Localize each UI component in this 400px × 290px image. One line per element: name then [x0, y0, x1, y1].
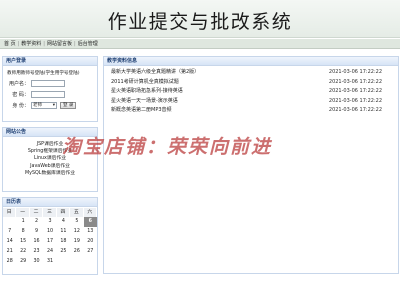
resource-row[interactable]: 星火英语一天一场景-演示英语 2021-03-06 17:22:22 — [104, 97, 398, 107]
login-button[interactable]: 登 录 — [60, 101, 77, 109]
calendar-weekday: 一 — [16, 208, 30, 217]
resource-row[interactable]: 新概念英语第二册MP3音频 2021-03-06 17:22:22 — [104, 106, 398, 116]
calendar-day[interactable]: 5 — [70, 217, 83, 227]
resource-date: 2021-03-06 17:22:22 — [328, 78, 382, 85]
notice-item[interactable]: MySQL数据库课后作业 — [3, 170, 97, 177]
site-title: 作业提交与批改系统 — [107, 11, 293, 33]
calendar-day[interactable]: 19 — [70, 237, 83, 247]
shop-watermark: 淘宝店铺：荣荣向前进 — [62, 136, 273, 158]
resource-title[interactable]: 2011考研计算机全真模拟试题 — [111, 78, 179, 88]
resource-row[interactable]: 最新大学英语六级全真题精讲（第2版） 2021-03-06 17:22:22 — [104, 68, 398, 78]
resource-row[interactable]: 星火英语职场拓急系列-接待英语 2021-03-06 17:22:22 — [104, 87, 398, 97]
top-nav: 首 页 | 教学资料 | 网站留言板 | 后台管理 — [0, 39, 400, 49]
nav-teaching-materials[interactable]: 教学资料 — [19, 40, 43, 47]
chevron-down-icon: ▾ — [52, 102, 55, 108]
resource-list: 最新大学英语六级全真题精讲（第2版） 2021-03-06 17:22:22 2… — [104, 68, 398, 116]
resource-title[interactable]: 最新大学英语六级全真题精讲（第2版） — [111, 68, 199, 78]
calendar-day[interactable]: 27 — [84, 247, 97, 257]
resource-panel: 教学资料信息 最新大学英语六级全真题精讲（第2版） 2021-03-06 17:… — [103, 56, 399, 274]
calendar-day[interactable]: 11 — [57, 227, 70, 237]
calendar-day[interactable]: 30 — [30, 257, 43, 267]
password-input[interactable] — [31, 90, 65, 98]
identity-row: 身 份： 老师 ▾ 登 录 — [7, 101, 97, 109]
resource-panel-title: 教学资料信息 — [104, 57, 398, 66]
calendar-day[interactable]: 20 — [84, 237, 97, 247]
calendar-weekday: 三 — [43, 208, 57, 217]
calendar-day[interactable]: 9 — [30, 227, 43, 237]
calendar-day[interactable]: 22 — [16, 247, 29, 257]
calendar-day — [70, 257, 83, 267]
calendar-day[interactable]: 25 — [57, 247, 70, 257]
calendar-day[interactable]: 7 — [3, 227, 16, 237]
nav-home[interactable]: 首 页 — [2, 40, 18, 47]
calendar-day[interactable]: 28 — [3, 257, 16, 267]
calendar-day-today[interactable]: 6 — [83, 217, 97, 227]
username-input[interactable] — [31, 79, 65, 87]
login-note: 教师用教师号登陆(学生用学号登陆) — [7, 71, 80, 76]
site-header: 作业提交与批改系统 — [0, 0, 400, 38]
calendar-day — [3, 217, 16, 227]
calendar-day[interactable]: 26 — [70, 247, 83, 257]
password-row: 密 码： — [7, 90, 97, 98]
calendar-weekday: 五 — [70, 208, 84, 217]
calendar-grid: 1 2 3 4 5 6 7 8 9 10 11 12 13 14 15 16 17 18 19 20 21 22 23 24 2… — [3, 217, 97, 267]
calendar-day[interactable]: 24 — [43, 247, 56, 257]
calendar-day[interactable]: 4 — [57, 217, 70, 227]
calendar-day[interactable]: 1 — [16, 217, 29, 227]
resource-title[interactable]: 新概念英语第二册MP3音频 — [111, 106, 172, 116]
calendar-weekday: 四 — [56, 208, 71, 217]
resource-title[interactable]: 星火英语职场拓急系列-接待英语 — [111, 87, 183, 97]
resource-date: 2021-03-06 17:22:22 — [328, 107, 382, 114]
calendar-panel-title: 日历表 — [3, 198, 97, 207]
identity-label: 身 份： — [12, 102, 29, 109]
nav-admin[interactable]: 后台管理 — [76, 40, 100, 47]
calendar-weekday: 六 — [83, 208, 97, 217]
calendar-weekday-row: 日一二三四五六 — [3, 208, 97, 217]
calendar-weekday: 二 — [29, 208, 44, 217]
calendar-day[interactable]: 17 — [43, 237, 56, 247]
calendar-day[interactable]: 2 — [30, 217, 43, 227]
resource-row[interactable]: 2011考研计算机全真模拟试题 2021-03-06 17:22:22 — [104, 78, 398, 88]
resource-title[interactable]: 星火英语一天一场景-演示英语 — [111, 97, 178, 107]
calendar-day[interactable]: 16 — [30, 237, 43, 247]
calendar-day[interactable]: 21 — [3, 247, 16, 257]
password-label: 密 码： — [12, 91, 29, 98]
calendar-day[interactable]: 29 — [16, 257, 29, 267]
calendar-day — [57, 257, 70, 267]
calendar-day[interactable]: 10 — [43, 227, 56, 237]
calendar-day[interactable]: 14 — [3, 237, 16, 247]
resource-date: 2021-03-06 17:22:22 — [328, 97, 382, 104]
calendar-day[interactable]: 13 — [84, 227, 97, 237]
resource-date: 2021-03-06 17:22:22 — [328, 69, 382, 75]
calendar-day[interactable]: 3 — [43, 217, 56, 227]
login-panel: 用户登录 教师用教师号登陆(学生用学号登陆) 用户名： 密 码： 身 份： 老师… — [2, 56, 98, 122]
calendar-day[interactable]: 18 — [57, 237, 70, 247]
calendar-day — [84, 257, 97, 267]
identity-select[interactable]: 老师 ▾ — [31, 101, 57, 109]
nav-message-board[interactable]: 网站留言板 — [45, 40, 74, 47]
calendar-panel: 日历表 日一二三四五六 1 2 3 4 5 6 7 8 9 10 11 12 13 14 15 16 17 18 1… — [2, 197, 98, 275]
username-row: 用户名： — [7, 79, 97, 87]
calendar-day[interactable]: 23 — [30, 247, 43, 257]
calendar-day[interactable]: 31 — [43, 257, 56, 267]
login-panel-title: 用户登录 — [3, 57, 97, 66]
calendar-day[interactable]: 12 — [70, 227, 83, 237]
username-label: 用户名： — [8, 80, 29, 87]
identity-select-value: 老师 — [33, 103, 42, 108]
calendar-weekday: 日 — [3, 208, 17, 217]
calendar-day[interactable]: 8 — [16, 227, 29, 237]
resource-date: 2021-03-06 17:22:22 — [328, 88, 382, 95]
notice-item[interactable]: JavaWeb课后作业 — [3, 163, 97, 170]
calendar-day[interactable]: 15 — [16, 237, 29, 247]
